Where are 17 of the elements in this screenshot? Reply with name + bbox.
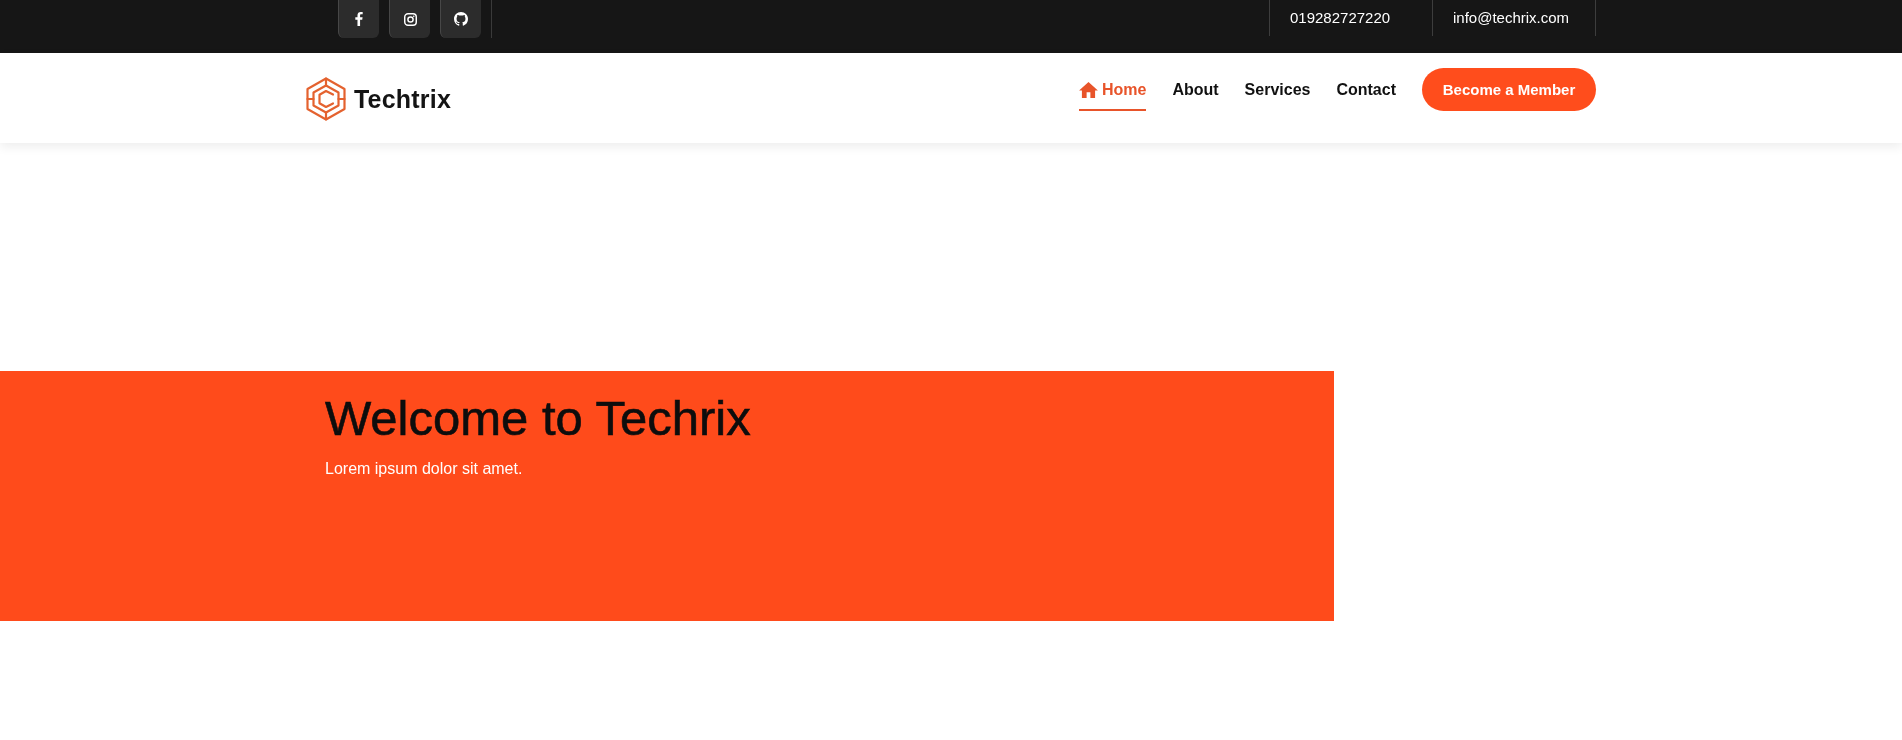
email-address: info@techrix.com xyxy=(1453,8,1570,28)
instagram-icon xyxy=(403,12,417,26)
phone-number: 019282727220 xyxy=(1290,8,1391,28)
instagram-link[interactable] xyxy=(389,0,430,38)
nav-link[interactable]: Services xyxy=(1244,68,1311,111)
house-icon xyxy=(1078,81,1098,98)
nav-link[interactable]: Home xyxy=(1078,68,1147,111)
github-link[interactable] xyxy=(440,0,481,38)
facebook-link[interactable] xyxy=(338,0,379,38)
facebook-icon xyxy=(355,12,363,26)
github-icon xyxy=(454,12,468,26)
brand-name: Techtrix xyxy=(354,84,451,114)
nav-link[interactable]: About xyxy=(1172,68,1219,111)
hero-subtitle: Lorem ipsum dolor sit amet. xyxy=(325,459,523,479)
hero-title: Welcome to Techrix xyxy=(325,390,751,446)
nav-link[interactable]: Contact xyxy=(1336,68,1396,111)
hexagon-logo-icon xyxy=(306,77,346,121)
